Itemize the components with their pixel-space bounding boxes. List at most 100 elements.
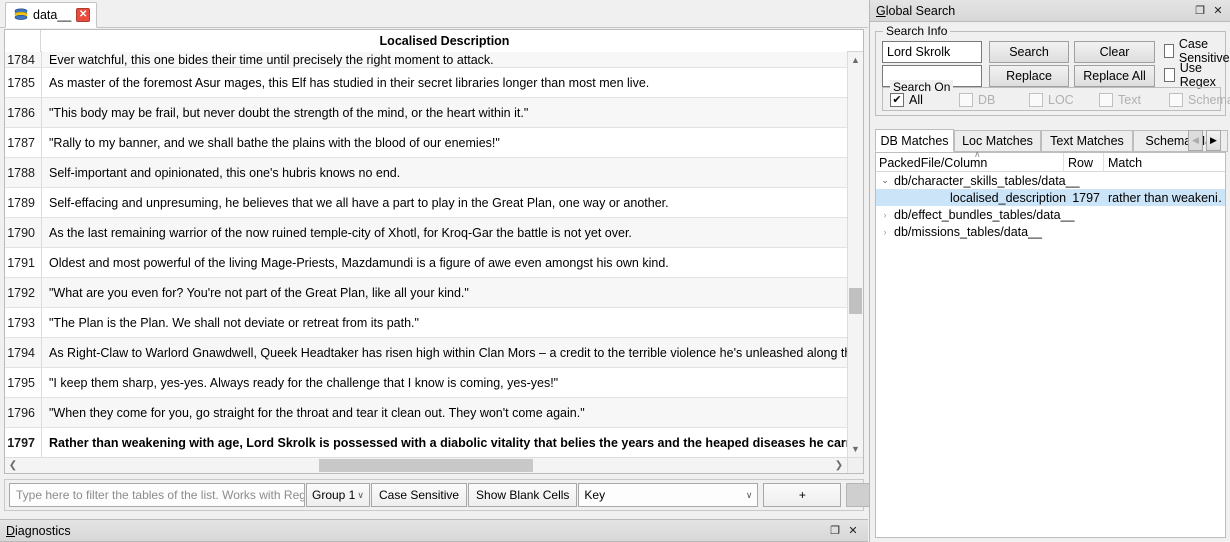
filter-input[interactable]: Type here to filter the tables of the li… [9,483,305,507]
float-icon[interactable]: ❐ [1191,2,1209,20]
row-localised-description[interactable]: "I keep them sharp, yes-yes. Always read… [42,368,847,398]
table-row[interactable]: 1796 "When they come for you, go straight… [5,398,847,428]
add-filter-button[interactable]: + [763,483,842,507]
scroll-up-icon[interactable]: ▲ [848,52,863,68]
table-row[interactable]: 1786 "This body may be frail, but never d… [5,98,847,128]
row-localised-description[interactable]: "Rally to my banner, and we shall bathe … [42,128,847,158]
close-icon[interactable]: ✕ [76,8,91,22]
row-localised-description[interactable]: "The Plan is the Plan. We shall not devi… [42,308,847,338]
table-row[interactable]: 1792 "What are you even for? You're not p… [5,278,847,308]
chevron-down-icon: ∨ [745,489,753,500]
tree-column-row[interactable]: Row [1065,153,1104,172]
tree-header-row: PackedFile/Column ∧ Row Match [876,149,1225,172]
row-index[interactable]: 1792 [5,278,42,308]
row-index[interactable]: 1789 [5,188,42,218]
case-sensitive-checkbox[interactable]: Case Sensitive [1164,37,1230,65]
tree-group-row[interactable]: ⌄ db/character_skills_tables/data__ [876,172,1225,189]
table-row[interactable]: 1797 Rather than weakening with age, Lord… [5,428,847,457]
table-horizontal-scrollbar[interactable]: ❮ ❯ [5,457,847,473]
row-index[interactable]: 1787 [5,128,42,158]
row-index[interactable]: 1784 [5,52,42,68]
row-index[interactable]: 1795 [5,368,42,398]
tree-group-row[interactable]: › db/effect_bundles_tables/data__ [876,206,1225,223]
tree-node-list: ⌄ db/character_skills_tables/data__ locali… [876,172,1225,240]
horizontal-scrollbar-thumb[interactable] [319,459,533,472]
close-icon[interactable]: ✕ [1209,2,1227,20]
chevron-down-icon[interactable]: ⌄ [876,175,894,186]
diagnostics-title-rest: iagnostics [15,523,71,538]
chevron-right-icon[interactable]: › [876,210,894,220]
search-input[interactable]: Lord Skrolk [882,41,982,63]
key-column-combo[interactable]: Key ∨ [578,483,759,507]
row-localised-description[interactable]: Ever watchful, this one bides their time… [42,52,847,68]
row-localised-description[interactable]: As the last remaining warrior of the now… [42,218,847,248]
scroll-left-icon[interactable]: ❮ [5,458,21,473]
key-combo-value: Key [584,488,606,502]
row-localised-description[interactable]: Oldest and most powerful of the living M… [42,248,847,278]
row-localised-description[interactable]: "What are you even for? You're not part … [42,278,847,308]
row-index[interactable]: 1794 [5,338,42,368]
row-localised-description[interactable]: Self-effacing and unpresuming, he believ… [42,188,847,218]
table-row[interactable]: 1785 As master of the foremost Asur mages… [5,68,847,98]
row-localised-description[interactable]: "This body may be frail, but never doubt… [42,98,847,128]
global-search-title: Global Search [876,4,1191,18]
row-index[interactable]: 1790 [5,218,42,248]
clear-button[interactable]: Clear [1074,41,1155,63]
show-blank-cells-toggle[interactable]: Show Blank Cells [468,483,578,507]
search-on-checkbox-all[interactable]: ✔ All [890,91,923,109]
case-sensitive-toggle[interactable]: Case Sensitive [371,483,468,507]
global-search-title-rest: lobal Search [885,3,956,18]
column-header-localised-description[interactable]: Localised Description [42,30,847,52]
replace-button[interactable]: Replace [989,65,1069,87]
close-icon[interactable]: ✕ [844,522,862,540]
tab-scroll-next-icon[interactable]: ▶ [1206,130,1221,151]
use-regex-checkbox[interactable]: Use Regex [1164,61,1225,89]
chevron-right-icon[interactable]: › [876,227,894,237]
tab-data[interactable]: data__ ✕ [5,2,98,28]
table-row[interactable]: 1795 "I keep them sharp, yes-yes. Always … [5,368,847,398]
row-index[interactable]: 1785 [5,68,42,98]
tree-node-label: localised_description [950,190,1067,205]
tab-loc-matches[interactable]: Loc Matches [954,130,1041,152]
row-localised-description[interactable]: Self-important and opinionated, this one… [42,158,847,188]
table-row[interactable]: 1784 Ever watchful, this one bides their … [5,52,847,68]
table-row[interactable]: 1790 As the last remaining warrior of the… [5,218,847,248]
tree-group-row[interactable]: › db/missions_tables/data__ [876,223,1225,240]
row-localised-description[interactable]: As Right-Claw to Warlord Gnawdwell, Quee… [42,338,847,368]
row-localised-description[interactable]: "When they come for you, go straight for… [42,398,847,428]
table-row[interactable]: 1789 Self-effacing and unpresuming, he be… [5,188,847,218]
row-index[interactable]: 1797 [5,428,42,457]
row-index[interactable]: 1786 [5,98,42,128]
table-row[interactable]: 1791 Oldest and most powerful of the livi… [5,248,847,278]
tree-column-match[interactable]: Match [1105,153,1225,172]
row-localised-description[interactable]: As master of the foremost Asur mages, th… [42,68,847,98]
row-localised-description[interactable]: Rather than weakening with age, Lord Skr… [42,428,847,457]
chevron-down-icon: ∨ [357,489,364,500]
row-index[interactable]: 1788 [5,158,42,188]
row-index[interactable]: 1793 [5,308,42,338]
group-combo[interactable]: Group 1 ∨ [306,483,370,507]
scroll-right-icon[interactable]: ❯ [831,458,847,473]
table-row[interactable]: 1787 "Rally to my banner, and we shall ba… [5,128,847,158]
search-info-group: Search Info Lord Skrolk Search Clear Cas… [875,24,1230,116]
table-row[interactable]: 1788 Self-important and opinionated, this… [5,158,847,188]
float-icon[interactable]: ❐ [826,522,844,540]
tree-node-label: db/character_skills_tables/data__ [894,173,1080,188]
tab-text-matches[interactable]: Text Matches [1041,130,1133,152]
replace-all-button[interactable]: Replace All [1074,65,1155,87]
row-index[interactable]: 1796 [5,398,42,428]
table-row[interactable]: 1793 "The Plan is the Plan. We shall not … [5,308,847,338]
diagnostics-title: Diagnostics [6,524,826,538]
diagnostics-title-mnemonic: D [6,523,16,538]
row-index[interactable]: 1791 [5,248,42,278]
search-button[interactable]: Search [989,41,1069,63]
tree-match-row[interactable]: localised_description 1797 rather than wea… [876,189,1225,206]
vertical-scrollbar-thumb[interactable] [849,288,862,314]
tree-column-packedfile[interactable]: PackedFile/Column [876,153,1064,172]
tab-db-matches[interactable]: DB Matches [875,129,954,152]
table-row[interactable]: 1794 As Right-Claw to Warlord Gnawdwell, … [5,338,847,368]
table-vertical-scrollbar[interactable]: ▲ ▼ [847,52,863,457]
scroll-down-icon[interactable]: ▼ [848,441,863,457]
column-header-index[interactable] [5,30,41,52]
global-search-titlebar: Global Search ❐ ✕ [870,0,1230,22]
